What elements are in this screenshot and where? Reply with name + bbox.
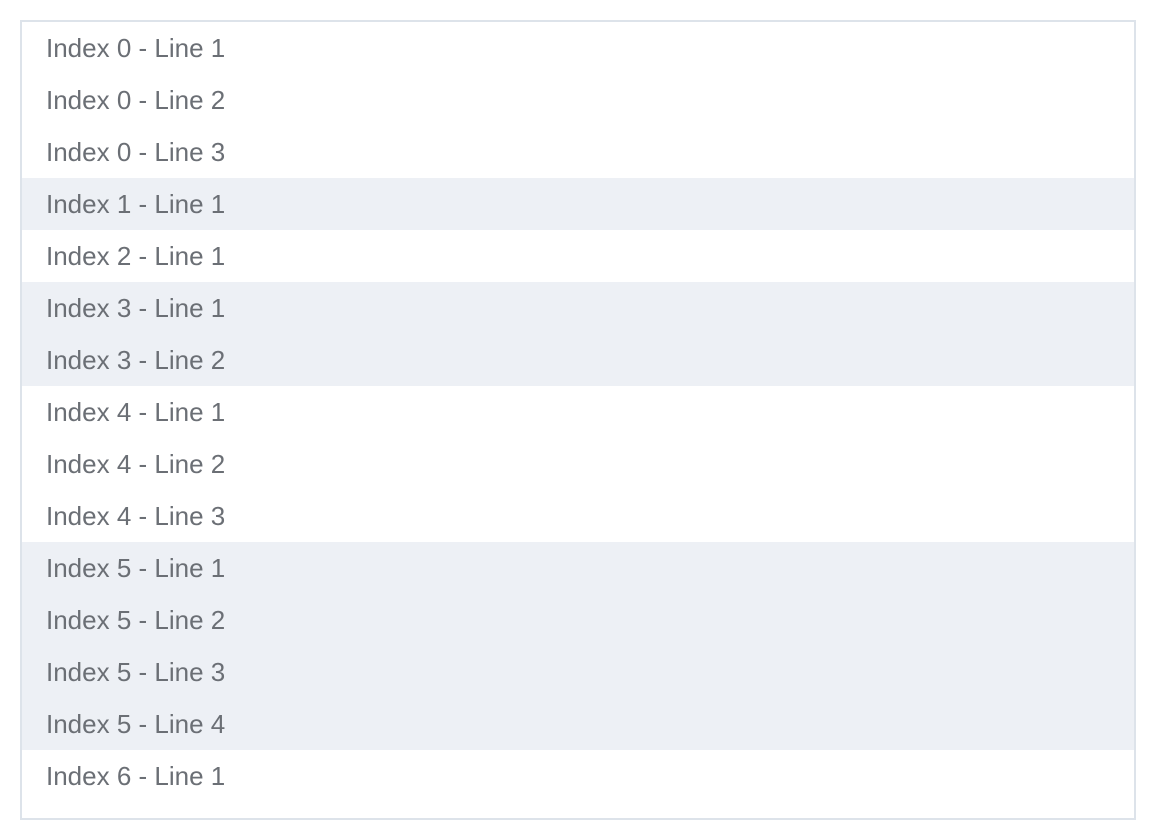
list-item[interactable]: Index 6 - Line 1: [22, 750, 1134, 802]
list-item-line: Index 0 - Line 1: [46, 33, 226, 63]
list-item-line: Index 0 - Line 2: [46, 85, 226, 115]
list-item[interactable]: Index 5 - Line 1 Index 5 - Line 2 Index …: [22, 542, 1134, 750]
list-item-line: Index 1 - Line 1: [46, 189, 226, 219]
list-item-line: Index 6 - Line 1: [46, 761, 226, 791]
list-item[interactable]: Index 1 - Line 1: [22, 178, 1134, 230]
virtual-list-content: Index 0 - Line 1 Index 0 - Line 2 Index …: [22, 22, 1134, 802]
list-item-line: Index 5 - Line 1: [46, 553, 226, 583]
list-item-line: Index 5 - Line 2: [46, 605, 226, 635]
list-item-line: Index 5 - Line 3: [46, 657, 226, 687]
list-item[interactable]: Index 3 - Line 1 Index 3 - Line 2: [22, 282, 1134, 386]
list-item-line: Index 4 - Line 3: [46, 501, 226, 531]
list-item-line: Index 3 - Line 1: [46, 293, 226, 323]
list-item-line: Index 0 - Line 3: [46, 137, 226, 167]
list-item-line: Index 4 - Line 2: [46, 449, 226, 479]
list-item-line: Index 4 - Line 1: [46, 397, 226, 427]
list-item[interactable]: Index 2 - Line 1: [22, 230, 1134, 282]
list-item[interactable]: Index 4 - Line 1 Index 4 - Line 2 Index …: [22, 386, 1134, 542]
list-item[interactable]: Index 0 - Line 1 Index 0 - Line 2 Index …: [22, 22, 1134, 178]
virtual-list[interactable]: Index 0 - Line 1 Index 0 - Line 2 Index …: [20, 20, 1136, 820]
list-item-line: Index 5 - Line 4: [46, 709, 226, 739]
list-item-line: Index 3 - Line 2: [46, 345, 226, 375]
list-item-line: Index 2 - Line 1: [46, 241, 226, 271]
